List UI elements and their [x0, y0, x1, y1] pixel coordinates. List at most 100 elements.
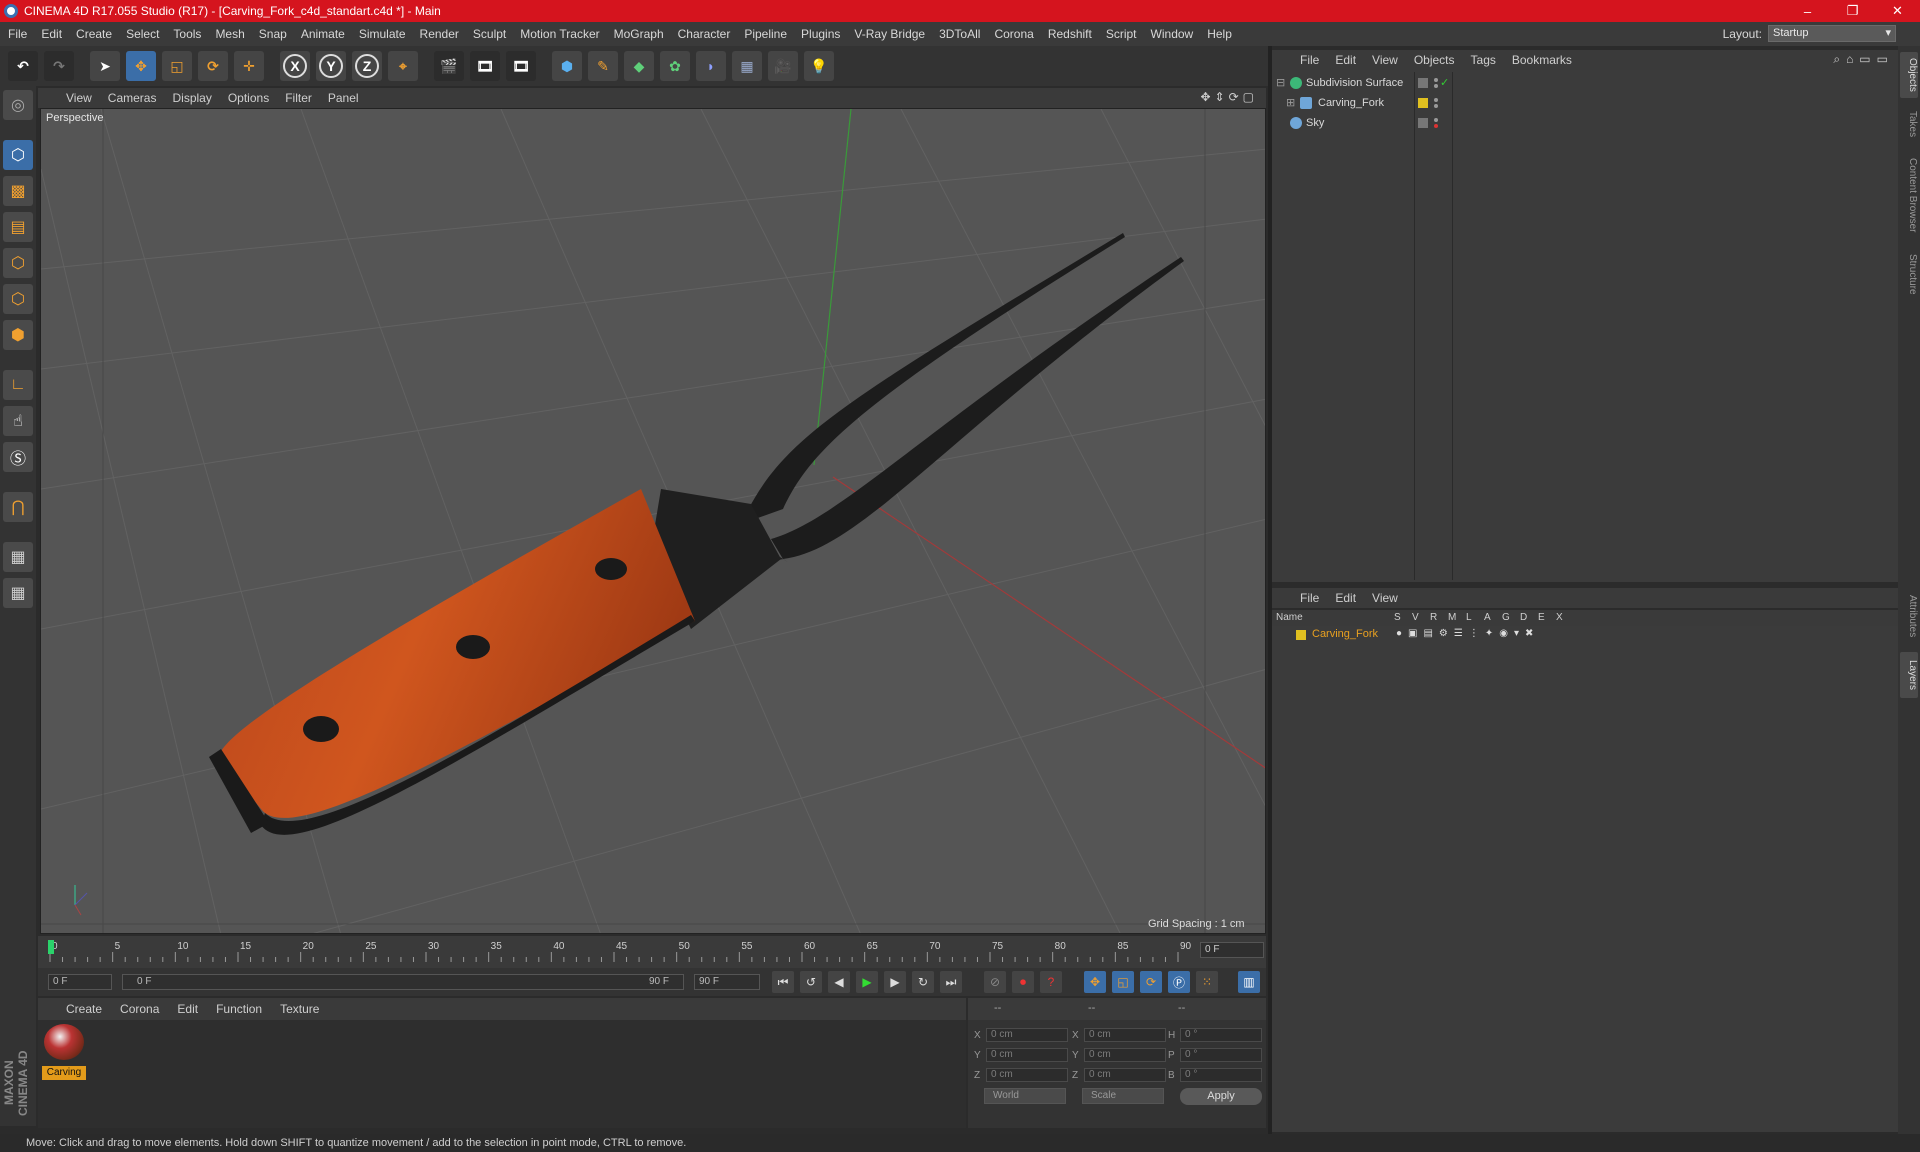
key-rotation-button[interactable]: ⟳ — [1140, 971, 1162, 993]
layer-tag-icon[interactable] — [1418, 78, 1428, 88]
coord-size-z-field[interactable]: 0 cm — [1084, 1068, 1166, 1082]
menu-pipeline[interactable]: Pipeline — [744, 27, 787, 41]
lm-menu-edit[interactable]: Edit — [1335, 591, 1356, 605]
render-picture-viewer-button[interactable]: 🎞 — [470, 51, 500, 81]
menu-snap[interactable]: Snap — [259, 27, 287, 41]
texture-mode-button[interactable]: ▩ — [3, 176, 33, 206]
viewport-menu-cameras[interactable]: Cameras — [108, 91, 157, 105]
pen-spline-button[interactable]: ✎ — [588, 51, 618, 81]
render-view-button[interactable]: 🎬 — [434, 51, 464, 81]
menu-file[interactable]: File — [8, 27, 27, 41]
rotate-tool-button[interactable]: ⟳ — [198, 51, 228, 81]
viewport-nav-icons[interactable]: ✥⇕⟳▢ — [1200, 90, 1258, 104]
menu-character[interactable]: Character — [678, 27, 731, 41]
visibility-dot[interactable] — [1434, 118, 1438, 122]
go-to-start-button[interactable]: ⏮ — [772, 971, 794, 993]
coord-size-y-field[interactable]: 0 cm — [1084, 1048, 1166, 1062]
key-scale-button[interactable]: ◱ — [1112, 971, 1134, 993]
menu-tools[interactable]: Tools — [173, 27, 201, 41]
array-cloner-button[interactable]: ✿ — [660, 51, 690, 81]
lm-menu-file[interactable]: File — [1300, 591, 1319, 605]
viewport-menu-panel[interactable]: Panel — [328, 91, 359, 105]
frame-range-slider[interactable]: 0 F 90 F — [122, 974, 684, 990]
y-axis-button[interactable]: Y — [316, 51, 346, 81]
select-tool-button[interactable]: ➤ — [90, 51, 120, 81]
material-menu-create[interactable]: Create — [66, 1002, 102, 1016]
cube-primitive-button[interactable]: ⬢ — [552, 51, 582, 81]
render-dot[interactable] — [1434, 124, 1438, 128]
go-to-end-button[interactable]: ⏭ — [940, 971, 962, 993]
coord-pos-x-field[interactable]: 0 cm — [986, 1028, 1068, 1042]
close-button[interactable]: ✕ — [1875, 0, 1920, 22]
menu-select[interactable]: Select — [126, 27, 159, 41]
menu-corona[interactable]: Corona — [994, 27, 1033, 41]
menu-mograph[interactable]: MoGraph — [614, 27, 664, 41]
menu-window[interactable]: Window — [1151, 27, 1194, 41]
tab-structure[interactable]: Structure — [1900, 246, 1918, 302]
om-menu-objects[interactable]: Objects — [1414, 53, 1455, 67]
menu-help[interactable]: Help — [1207, 27, 1232, 41]
key-position-button[interactable]: ✥ — [1084, 971, 1106, 993]
tweak-mode-button[interactable]: ☝ — [3, 406, 33, 436]
tab-objects[interactable]: Objects — [1900, 52, 1918, 98]
material-menu-corona[interactable]: Corona — [120, 1002, 159, 1016]
material-swatch[interactable] — [44, 1024, 84, 1060]
redo-button[interactable]: ↷ — [44, 51, 74, 81]
timeline-ruler[interactable]: 0 5 10 15 20 25 30 35 40 45 50 55 60 65 70 75 80 85 90 — [38, 936, 1266, 968]
viewport-menu-options[interactable]: Options — [228, 91, 269, 105]
next-key-button[interactable]: ↻ — [912, 971, 934, 993]
workplane-mode-button[interactable]: ▤ — [3, 212, 33, 242]
coord-rot-p-field[interactable]: 0 ° — [1180, 1048, 1262, 1062]
tab-layers[interactable]: Layers — [1900, 652, 1918, 698]
layer-toggle-icons[interactable]: ●▣▤⚙☰⋮✦◉▾✖ — [1396, 628, 1539, 639]
layer-name[interactable]: Carving_Fork — [1312, 628, 1378, 640]
start-frame-field[interactable]: 0 F — [48, 974, 112, 990]
subdivision-generator-button[interactable]: ◆ — [624, 51, 654, 81]
menu-script[interactable]: Script — [1106, 27, 1137, 41]
perspective-viewport[interactable] — [40, 108, 1266, 934]
render-dot[interactable] — [1434, 84, 1438, 88]
menu-motion-tracker[interactable]: Motion Tracker — [520, 27, 599, 41]
material-menu-texture[interactable]: Texture — [280, 1002, 319, 1016]
om-menu-view[interactable]: View — [1372, 53, 1398, 67]
coord-rot-b-field[interactable]: 0 ° — [1180, 1068, 1262, 1082]
om-menu-tags[interactable]: Tags — [1471, 53, 1496, 67]
coord-mode-dropdown[interactable]: World — [984, 1088, 1066, 1104]
material-menu-function[interactable]: Function — [216, 1002, 262, 1016]
current-frame-field[interactable]: 0 F — [1200, 942, 1264, 958]
expand-toggle-icon[interactable]: ⊟ — [1276, 74, 1285, 92]
tab-content-browser[interactable]: Content Browser — [1900, 150, 1918, 240]
menu-mesh[interactable]: Mesh — [215, 27, 244, 41]
menu-redshift[interactable]: Redshift — [1048, 27, 1092, 41]
live-select-button[interactable]: ✛ — [234, 51, 264, 81]
layer-tag-icon[interactable] — [1418, 118, 1428, 128]
floor-scene-button[interactable]: ▦ — [732, 51, 762, 81]
om-menu-file[interactable]: File — [1300, 53, 1319, 67]
layer-color-icon[interactable] — [1418, 98, 1428, 108]
viewport-menu-filter[interactable]: Filter — [285, 91, 312, 105]
previous-frame-button[interactable]: ◀ — [828, 971, 850, 993]
move-tool-button[interactable]: ✥ — [126, 51, 156, 81]
tab-takes[interactable]: Takes — [1900, 106, 1918, 142]
coord-scale-dropdown[interactable]: Scale — [1082, 1088, 1164, 1104]
x-axis-button[interactable]: X — [280, 51, 310, 81]
scale-tool-button[interactable]: ◱ — [162, 51, 192, 81]
coord-pos-y-field[interactable]: 0 cm — [986, 1048, 1068, 1062]
record-keys-button[interactable]: ⊘ — [984, 971, 1006, 993]
maximize-button[interactable]: ❐ — [1830, 0, 1875, 22]
object-row-carving-fork[interactable]: ⊞ Carving_Fork — [1276, 94, 1896, 112]
keyframe-selection-button[interactable]: ? — [1040, 971, 1062, 993]
menu-sculpt[interactable]: Sculpt — [473, 27, 506, 41]
lock-workplane-button[interactable]: ▦ — [3, 542, 33, 572]
planar-workplane-button[interactable]: ▦ — [3, 578, 33, 608]
key-pla-button[interactable]: ⁙ — [1196, 971, 1218, 993]
end-frame-field[interactable]: 90 F — [694, 974, 760, 990]
menu-plugins[interactable]: Plugins — [801, 27, 840, 41]
viewport-menu-display[interactable]: Display — [172, 91, 211, 105]
render-dot[interactable] — [1434, 104, 1438, 108]
coord-pos-z-field[interactable]: 0 cm — [986, 1068, 1068, 1082]
visibility-dot[interactable] — [1434, 78, 1438, 82]
render-settings-button[interactable]: 🎞 — [506, 51, 536, 81]
coordinate-system-button[interactable]: ⌖ — [388, 51, 418, 81]
timeline-playhead[interactable] — [48, 940, 54, 954]
